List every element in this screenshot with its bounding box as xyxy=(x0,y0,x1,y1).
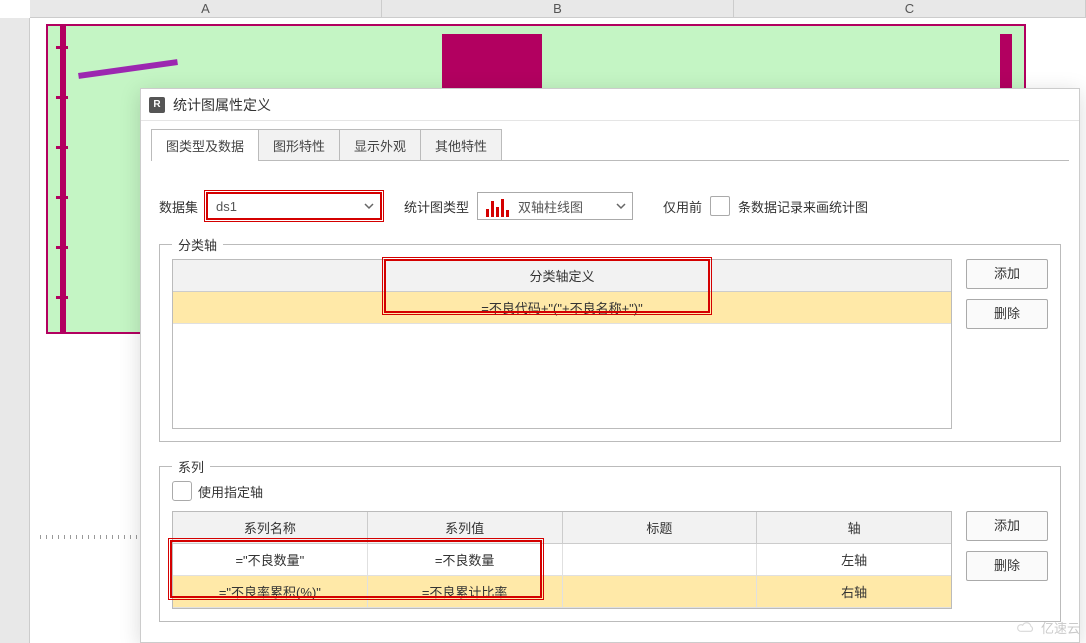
row-headers xyxy=(0,18,30,643)
series-row[interactable]: ="不良数量" =不良数量 左轴 xyxy=(173,544,951,576)
tab-strip: 图类型及数据 图形特性 显示外观 其他特性 xyxy=(141,121,1079,161)
only-prefix: 仅用前 xyxy=(663,197,702,216)
chart-properties-dialog: R 统计图属性定义 图类型及数据 图形特性 显示外观 其他特性 数据集 ds1 … xyxy=(140,88,1080,643)
tab-type-data[interactable]: 图类型及数据 xyxy=(151,129,259,161)
limit-records-checkbox[interactable] xyxy=(710,196,730,216)
col-header[interactable]: B xyxy=(382,0,734,17)
use-axis-label: 使用指定轴 xyxy=(198,482,263,501)
series-col-title: 标题 xyxy=(563,512,758,544)
cloud-icon xyxy=(1015,621,1037,635)
only-suffix: 条数据记录来画统计图 xyxy=(738,197,868,216)
dataset-combo[interactable]: ds1 xyxy=(206,192,382,220)
category-header: 分类轴定义 xyxy=(173,260,951,292)
series-row[interactable]: ="不良率累积(%)" =不良累计比率 右轴 xyxy=(173,576,951,608)
use-axis-checkbox[interactable] xyxy=(172,481,192,501)
series-col-axis: 轴 xyxy=(757,512,951,544)
series-delete-button[interactable]: 删除 xyxy=(966,551,1048,581)
category-fieldset: 分类轴 分类轴定义 =不良代码+"("+不良名称+")" 添加 删除 xyxy=(159,244,1061,442)
category-legend: 分类轴 xyxy=(172,235,223,254)
chevron-down-icon xyxy=(616,199,626,214)
series-grid[interactable]: 系列名称 系列值 标题 轴 ="不良数量" =不良数量 左轴 ="不良 xyxy=(172,511,952,609)
charttype-label: 统计图类型 xyxy=(404,197,469,216)
dataset-label: 数据集 xyxy=(159,197,198,216)
category-delete-button[interactable]: 删除 xyxy=(966,299,1048,329)
series-legend: 系列 xyxy=(172,457,210,476)
series-add-button[interactable]: 添加 xyxy=(966,511,1048,541)
charttype-combo[interactable]: 双轴柱线图 xyxy=(477,192,633,220)
ruler-decor xyxy=(40,535,140,539)
category-grid[interactable]: 分类轴定义 =不良代码+"("+不良名称+")" xyxy=(172,259,952,429)
series-fieldset: 系列 使用指定轴 系列名称 系列值 标题 轴 ="不良数量" xyxy=(159,466,1061,622)
tab-graphic[interactable]: 图形特性 xyxy=(258,129,340,161)
watermark: 亿速云 xyxy=(1015,618,1080,637)
dialog-titlebar[interactable]: R 统计图属性定义 xyxy=(141,89,1079,121)
series-col-name: 系列名称 xyxy=(173,512,368,544)
series-col-value: 系列值 xyxy=(368,512,563,544)
col-header[interactable]: A xyxy=(30,0,382,17)
column-headers: A B C xyxy=(30,0,1086,18)
tab-other[interactable]: 其他特性 xyxy=(420,129,502,161)
dialog-title: 统计图属性定义 xyxy=(173,95,271,115)
category-row[interactable]: =不良代码+"("+不良名称+")" xyxy=(173,292,951,324)
category-add-button[interactable]: 添加 xyxy=(966,259,1048,289)
app-icon: R xyxy=(149,97,165,113)
dataset-value: ds1 xyxy=(216,199,237,214)
charttype-value: 双轴柱线图 xyxy=(518,197,583,216)
col-header[interactable]: C xyxy=(734,0,1086,17)
tab-appearance[interactable]: 显示外观 xyxy=(339,129,421,161)
chevron-down-icon xyxy=(364,199,374,214)
chart-icon xyxy=(486,195,514,217)
